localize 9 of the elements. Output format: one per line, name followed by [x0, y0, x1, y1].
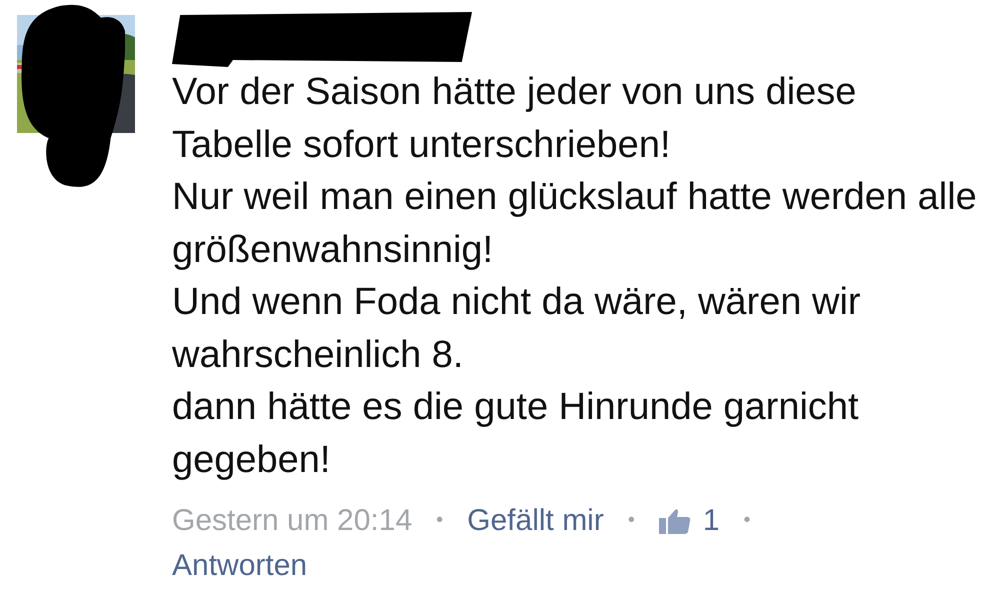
- separator-dot: •: [436, 508, 444, 533]
- separator-dot: •: [628, 508, 635, 533]
- timestamp: Gestern um 20:14: [172, 503, 412, 539]
- reply-link[interactable]: Antworten: [172, 543, 308, 588]
- like-count[interactable]: 1: [702, 498, 720, 543]
- like-link[interactable]: Gefällt mir: [467, 498, 604, 543]
- separator-dot: •: [744, 508, 751, 533]
- thumbs-up-icon: [658, 508, 691, 534]
- comment-text: Vor der Saison hätte jeder von uns diese Tabelle sofort unterschrieben! Nur weil man einen glückslauf hatte werden alle größenwahnsinnig! Und wenn Foda nicht da wäre, wären wir wahrscheinlich 8. dann hätte es die gute Hinrunde garnicht gegeben!: [172, 70, 978, 482]
